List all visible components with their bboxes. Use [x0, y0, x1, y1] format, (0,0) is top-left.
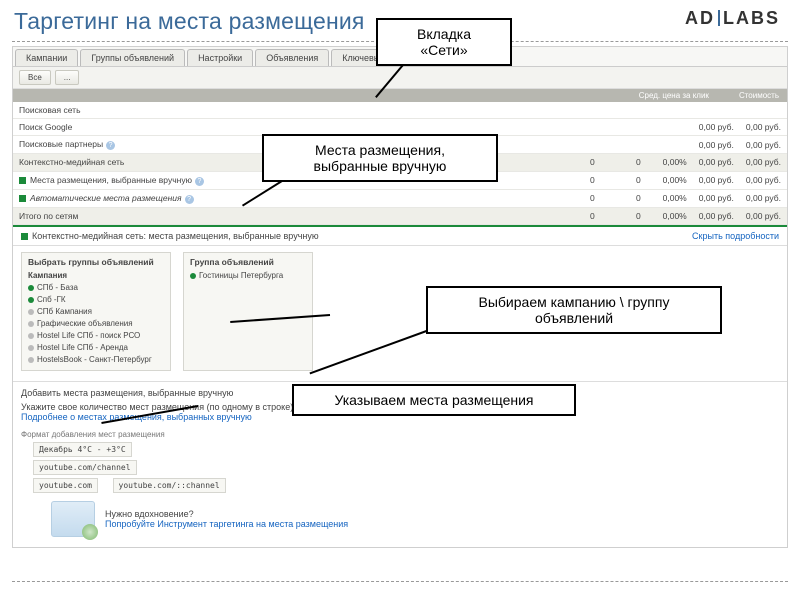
- divider-bottom: [12, 581, 788, 582]
- format-example: youtube.com/::channel: [113, 478, 226, 493]
- callout-manual: Места размещения,выбранные вручную: [262, 134, 498, 182]
- tab-settings[interactable]: Настройки: [187, 49, 253, 66]
- filter-more-button[interactable]: ...: [55, 70, 80, 85]
- table-header: Сред. цена за кликСтоимость: [13, 89, 787, 102]
- format-example: youtube.com/channel: [33, 460, 137, 475]
- promo-block: Нужно вдохновение? Попробуйте Инструмент…: [51, 501, 779, 537]
- format-example: youtube.com: [33, 478, 98, 493]
- filter-all-button[interactable]: Все: [19, 70, 51, 85]
- format-label: Формат добавления мест размещения: [21, 430, 779, 439]
- callout-placements: Указываем места размещения: [292, 384, 576, 416]
- placement-tool-link[interactable]: Попробуйте Инструмент таргетинга на мест…: [105, 519, 348, 529]
- tab-adgroups[interactable]: Группы объявлений: [80, 49, 185, 66]
- callout-campaign: Выбираем кампанию \ группуобъявлений: [426, 286, 722, 334]
- format-example: Декабрь 4°C - +3°C: [33, 442, 132, 457]
- promo-icon: [51, 501, 95, 537]
- hide-details-link[interactable]: Скрыть подробности: [692, 231, 779, 241]
- brand-logo: ADLABS: [685, 8, 780, 29]
- adgroup-selector[interactable]: Группа объявлений Гостиницы Петербурга: [183, 252, 313, 371]
- tab-campaigns[interactable]: Кампании: [15, 49, 78, 66]
- toolbar: Все ...: [13, 67, 787, 89]
- section-header: Контекстно-медийная сеть: места размещен…: [13, 225, 787, 246]
- callout-tab: Вкладка«Сети»: [376, 18, 512, 66]
- tab-ads[interactable]: Объявления: [255, 49, 329, 66]
- page-title: Таргетинг на места размещения: [14, 8, 365, 35]
- campaign-selector[interactable]: Выбрать группы объявлений Кампания СПб -…: [21, 252, 171, 371]
